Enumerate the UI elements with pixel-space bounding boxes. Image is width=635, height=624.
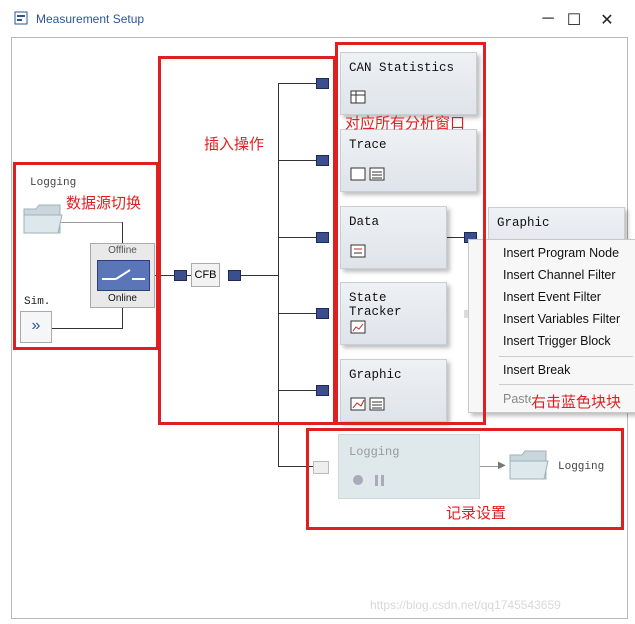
source-annotation-box (13, 162, 159, 350)
maximize-button[interactable]: ☐ (564, 10, 584, 30)
annotation-insert-op: 插入操作 (204, 135, 265, 153)
menu-insert-break[interactable]: Insert Break (503, 363, 570, 377)
menu-separator (499, 384, 633, 385)
menu-separator (499, 356, 633, 357)
annotation-windows: 对应所有分析窗口 (345, 114, 466, 132)
menu-insert-trigger-block[interactable]: Insert Trigger Block (503, 334, 611, 348)
graphic-popup-title: Graphic (497, 216, 550, 230)
close-button[interactable]: ✕ (597, 10, 617, 30)
context-menu: Insert Program Node Insert Channel Filte… (468, 239, 635, 413)
windows-annotation-box (335, 42, 486, 425)
title-bar: Measurement Setup ─ ☐ ✕ (0, 0, 635, 38)
menu-insert-event-filter[interactable]: Insert Event Filter (503, 290, 601, 304)
annotation-right-click: 右击蓝色块块 (531, 391, 622, 412)
annotation-source-switch: 数据源切换 (66, 194, 142, 212)
app-icon (14, 11, 28, 25)
watermark: https://blog.csdn.net/qq1745543659 (370, 598, 561, 612)
window-title: Measurement Setup (36, 12, 145, 26)
annotation-log-settings: 记录设置 (446, 504, 507, 522)
insert-annotation-box (158, 56, 336, 425)
minimize-button[interactable]: ─ (538, 10, 558, 28)
menu-insert-program-node[interactable]: Insert Program Node (503, 246, 619, 260)
menu-insert-channel-filter[interactable]: Insert Channel Filter (503, 268, 616, 282)
menu-insert-variables-filter[interactable]: Insert Variables Filter (503, 312, 620, 326)
